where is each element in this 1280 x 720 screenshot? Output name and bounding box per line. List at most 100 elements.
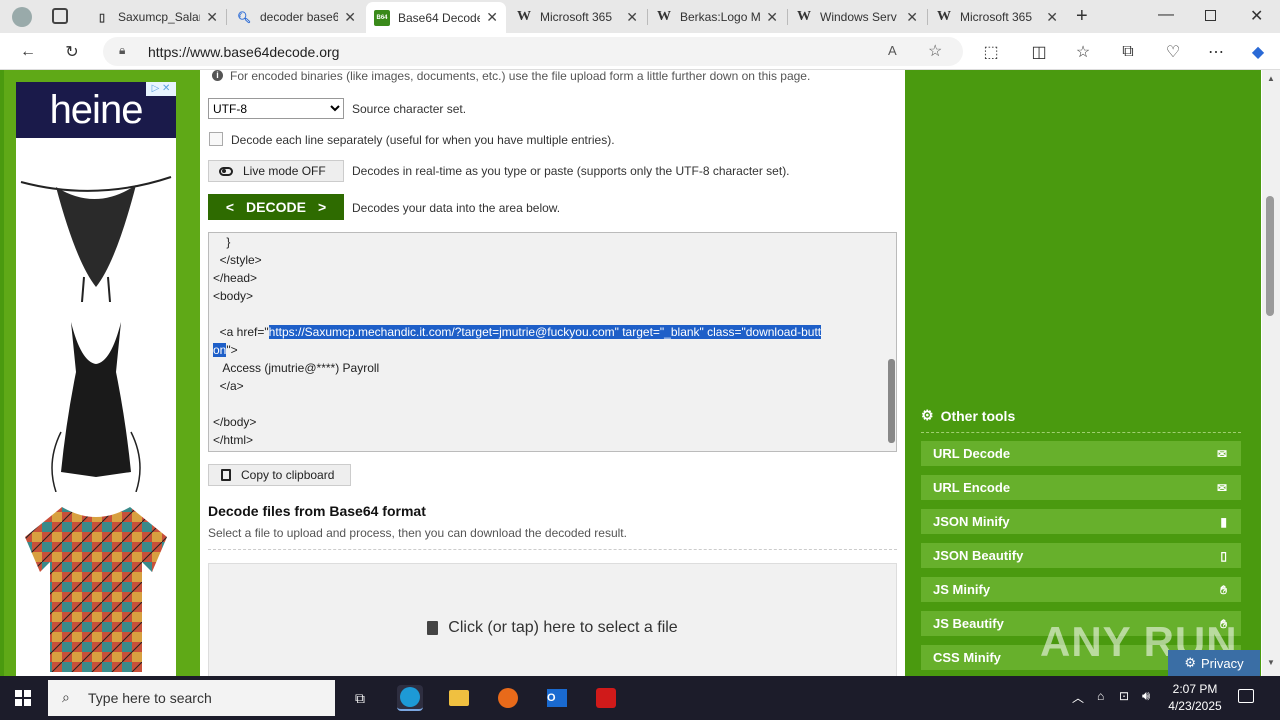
tab-microsoft365-a[interactable]: W Microsoft 365 ✕ — [508, 4, 646, 30]
read-aloud-icon[interactable]: A — [888, 43, 897, 58]
more-menu-icon[interactable]: ⋯ — [1203, 39, 1229, 65]
search-placeholder: Type here to search — [88, 690, 212, 706]
privacy-label: Privacy — [1201, 655, 1244, 671]
tray-chevron-icon[interactable]: ︿ — [1072, 689, 1084, 706]
envelope-icon: ✉ — [1216, 481, 1227, 495]
tab-decoder-search[interactable]: 🔍︎ decoder base64 ✕ — [228, 4, 364, 30]
lingerie-product-image[interactable] — [16, 152, 176, 302]
info-icon: i — [212, 70, 223, 81]
close-icon[interactable]: ✕ — [206, 9, 218, 26]
notification-icon[interactable] — [1238, 689, 1254, 703]
file-icon: ▯ — [1220, 549, 1227, 563]
tab-berkas-logo[interactable]: W Berkas:Logo M ✕ — [648, 4, 786, 30]
tab-microsoft365-b[interactable]: W Microsoft 365 ✕ — [928, 4, 1066, 30]
lock-icon[interactable]: 🔒︎ — [119, 43, 125, 58]
network-icon[interactable]: ⌂ — [1097, 689, 1104, 703]
output-line: </a> — [213, 379, 244, 393]
favorites-icon[interactable]: ☆ — [1070, 39, 1096, 65]
close-icon[interactable]: ✕ — [344, 9, 356, 26]
close-icon[interactable]: ✕ — [626, 9, 638, 26]
profile-avatar-icon[interactable] — [12, 7, 32, 27]
tool-url-decode[interactable]: URL Decode ✉ — [921, 441, 1241, 466]
tab-saxumcp[interactable]: ▯ Saxumcp_Salary ✕ — [86, 4, 226, 30]
minimize-button[interactable]: — — [1158, 6, 1174, 24]
browser-toolbar: ← ↻ 🔒︎ https://www.base64decode.org A ☆ … — [0, 33, 1280, 70]
wikipedia-icon: W — [937, 9, 951, 24]
files-description: Select a file to upload and process, the… — [208, 526, 627, 540]
close-icon[interactable]: ✕ — [1046, 9, 1058, 26]
favorite-star-icon[interactable]: ☆ — [928, 41, 942, 61]
bodysuit-product-image[interactable] — [16, 312, 176, 492]
output-scroll-thumb[interactable] — [888, 359, 895, 443]
close-icon[interactable]: ✕ — [906, 9, 918, 26]
advertisement-banner[interactable]: heine ▷ ✕ — [16, 82, 176, 676]
taskbar-clock[interactable]: 2:07 PM 4/23/2025 — [1164, 681, 1226, 715]
wikipedia-icon: W — [657, 9, 671, 24]
copy-label: Copy to clipboard — [241, 468, 335, 482]
decoded-output-textarea[interactable]: } </style> </head> <body> <a href="https… — [208, 232, 897, 452]
files-heading: Decode files from Base64 format — [208, 503, 426, 519]
divider — [921, 432, 1241, 433]
search-icon: 🔍︎ — [237, 11, 251, 24]
tool-label: JSON Minify — [933, 514, 1010, 529]
restore-button[interactable] — [1205, 10, 1216, 21]
wikipedia-icon: W — [517, 9, 531, 24]
reload-button[interactable]: ↻ — [59, 39, 85, 65]
acrobat-icon[interactable] — [593, 685, 619, 711]
decode-lines-checkbox[interactable] — [209, 132, 223, 146]
page-scrollbar[interactable]: ▲ ▼ — [1262, 70, 1280, 676]
task-view-icon[interactable]: ⧉ — [347, 685, 373, 711]
copilot-icon[interactable]: ◆ — [1245, 39, 1271, 65]
close-icon[interactable]: ✕ — [766, 9, 778, 26]
copy-clipboard-button[interactable]: Copy to clipboard — [208, 464, 351, 486]
privacy-button[interactable]: ⚙ Privacy — [1168, 650, 1260, 676]
selected-text: on — [213, 343, 227, 357]
windows-start-icon[interactable] — [15, 690, 31, 706]
chevron-left-icon: < — [225, 199, 235, 215]
output-scrollbar[interactable] — [886, 233, 896, 451]
output-line: Access (jmutrie@****) Payroll — [213, 361, 380, 375]
file-explorer-icon[interactable] — [446, 685, 472, 711]
decode-button[interactable]: < DECODE > — [208, 194, 344, 220]
tool-label: URL Encode — [933, 480, 1011, 495]
tab-title: Saxumcp_Salary — [118, 10, 201, 24]
back-button[interactable]: ← — [15, 39, 41, 65]
tool-js-minify[interactable]: JS Minify ✋︎ — [921, 577, 1241, 602]
tool-json-beautify[interactable]: JSON Beautify ▯ — [921, 543, 1241, 568]
tool-json-minify[interactable]: JSON Minify ▮ — [921, 509, 1241, 534]
patterned-shirt-product-image[interactable] — [22, 502, 170, 676]
charset-select[interactable]: UTF-8 — [208, 98, 344, 119]
wifi-icon[interactable]: ⊡ — [1119, 689, 1129, 703]
address-bar[interactable]: 🔒︎ https://www.base64decode.org A ☆ — [103, 37, 963, 66]
tool-url-encode[interactable]: URL Encode ✉ — [921, 475, 1241, 500]
taskbar-search-box[interactable]: ⌕ Type here to search — [48, 680, 335, 716]
outlook-icon[interactable]: O — [544, 685, 570, 711]
tab-base64-decode[interactable]: B64 Base64 Decode ✕ — [366, 2, 506, 33]
gear-icon: ⚙ — [1184, 655, 1197, 670]
file-icon: ▮ — [1220, 515, 1227, 529]
extensions-icon[interactable]: ⬚ — [978, 39, 1004, 65]
web-page: heine ▷ ✕ i For encoded binaries (like i… — [0, 70, 1280, 676]
close-window-button[interactable]: ✕ — [1250, 6, 1263, 26]
volume-icon[interactable]: 🔊︎ — [1142, 688, 1150, 704]
page-scroll-thumb[interactable] — [1266, 196, 1274, 316]
tab-actions-icon[interactable] — [52, 8, 68, 24]
tool-label: CSS Minify — [933, 650, 1001, 665]
file-select-area[interactable]: Click (or tap) here to select a file — [208, 563, 897, 676]
new-tab-button[interactable]: + — [1076, 5, 1088, 28]
tab-title: decoder base64 — [260, 10, 339, 24]
firefox-icon[interactable] — [495, 685, 521, 711]
output-line: } — [213, 235, 231, 249]
tab-windows-server[interactable]: W Windows Serv ✕ — [788, 4, 926, 30]
scroll-up-icon[interactable]: ▲ — [1267, 74, 1275, 83]
live-mode-toggle[interactable]: Live mode OFF — [208, 160, 344, 182]
ad-choices-icon[interactable]: ▷ ✕ — [146, 82, 176, 96]
edge-browser-icon[interactable] — [397, 685, 423, 711]
scroll-down-icon[interactable]: ▼ — [1267, 658, 1275, 667]
windows-taskbar: ⌕ Type here to search ⧉ O ︿ ⌂ ⊡ 🔊︎ 2:07 … — [0, 676, 1280, 720]
close-icon[interactable]: ✕ — [486, 9, 498, 26]
search-icon: ⌕ — [62, 689, 70, 705]
collections-icon[interactable]: ⧉ — [1115, 39, 1141, 65]
split-screen-icon[interactable]: ◫ — [1026, 39, 1052, 65]
performance-icon[interactable]: ♡ — [1160, 39, 1186, 65]
